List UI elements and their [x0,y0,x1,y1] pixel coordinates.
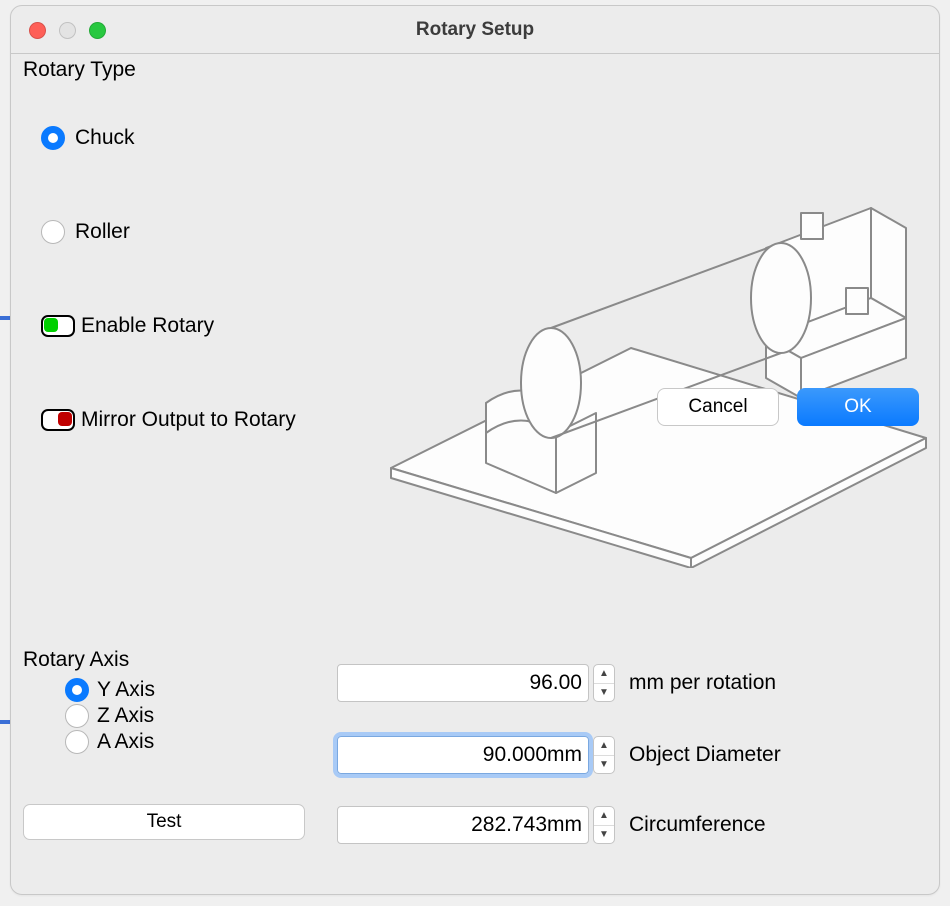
radio-icon [41,126,65,150]
radio-icon [65,730,89,754]
enable-rotary-label: Enable Rotary [81,314,214,338]
radio-icon [65,704,89,728]
rotary-axis-z[interactable]: Z Axis [65,704,313,728]
toggle-on-icon [41,315,75,337]
rotary-type-label: Rotary Type [23,58,927,82]
mirror-output-label: Mirror Output to Rotary [81,408,296,432]
circumference-label: Circumference [629,813,766,837]
rotary-axis-y-label: Y Axis [97,678,155,702]
cancel-button[interactable]: Cancel [657,388,779,426]
ok-button-label: OK [844,396,871,418]
chevron-up-icon: ▲ [594,737,614,756]
chevron-down-icon: ▼ [594,756,614,774]
rotary-illustration [371,168,931,568]
rotary-type-chuck[interactable]: Chuck [41,126,927,150]
object-diameter-label: Object Diameter [629,743,781,767]
rotary-type-chuck-label: Chuck [75,126,135,150]
rotary-axis-a-label: A Axis [97,730,154,754]
mm-per-rotation-input[interactable]: 96.00 [337,664,589,702]
radio-icon [41,220,65,244]
window-close-button[interactable] [29,22,46,39]
rotary-setup-dialog: Rotary Setup Rotary Type Chuck Roller En… [10,5,940,895]
window-minimize-button [59,22,76,39]
rotary-axis-y[interactable]: Y Axis [65,678,313,702]
object-diameter-input[interactable]: 90.000mm [337,736,589,774]
ok-button[interactable]: OK [797,388,919,426]
circumference-stepper[interactable]: ▲ ▼ [593,806,615,844]
rotary-axis-label: Rotary Axis [23,648,313,672]
radio-icon [65,678,89,702]
rotary-axis-z-label: Z Axis [97,704,154,728]
chevron-up-icon: ▲ [594,665,614,684]
cancel-button-label: Cancel [688,396,747,418]
chevron-up-icon: ▲ [594,807,614,826]
window-zoom-button[interactable] [89,22,106,39]
mm-per-rotation-stepper[interactable]: ▲ ▼ [593,664,615,702]
chevron-down-icon: ▼ [594,684,614,702]
mm-per-rotation-label: mm per rotation [629,671,776,695]
chevron-down-icon: ▼ [594,826,614,844]
rotary-axis-a[interactable]: A Axis [65,730,313,754]
test-button-label: Test [147,811,182,832]
rotary-type-roller-label: Roller [75,220,130,244]
circumference-input[interactable]: 282.743mm [337,806,589,844]
window-title: Rotary Setup [11,19,939,41]
titlebar: Rotary Setup [11,6,939,54]
toggle-off-icon [41,409,75,431]
test-button[interactable]: Test [23,804,305,840]
object-diameter-stepper[interactable]: ▲ ▼ [593,736,615,774]
